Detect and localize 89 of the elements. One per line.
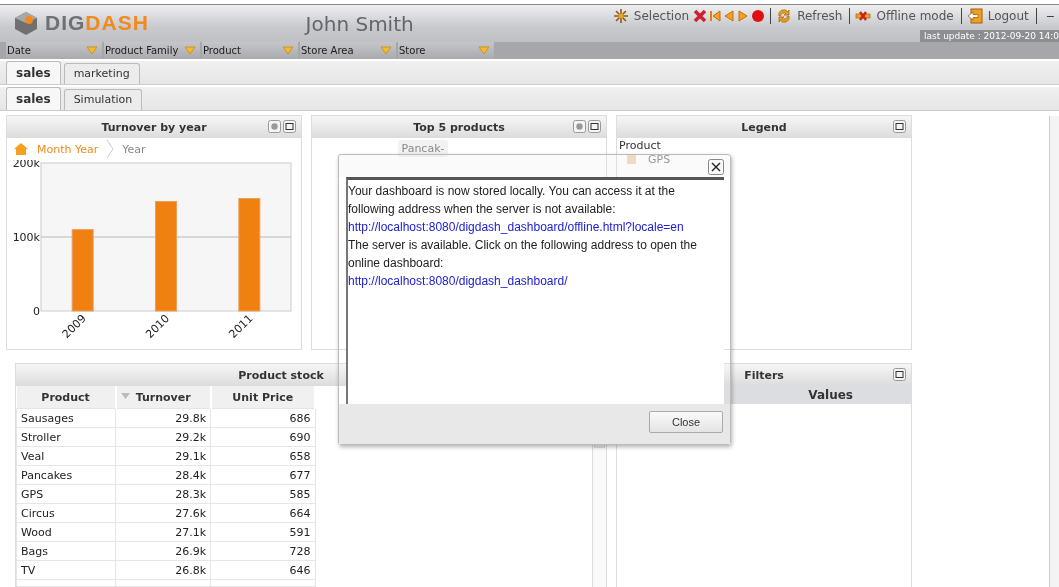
table-cell: 26.9k	[115, 541, 211, 561]
record-icon[interactable]	[751, 9, 766, 23]
exit-arrow-icon[interactable]	[966, 8, 983, 24]
tab[interactable]: sales	[6, 61, 61, 84]
table-cell: 591	[210, 522, 315, 542]
table-cell: 728	[210, 541, 315, 561]
table-cell: 29.1k	[115, 446, 211, 466]
refresh-link[interactable]: Refresh	[797, 9, 843, 23]
axis-label: 0	[33, 305, 40, 318]
table-cell: TV	[16, 560, 116, 580]
breadcrumb-link[interactable]: Year	[122, 142, 146, 156]
legend-heading: Product	[618, 138, 662, 153]
panel-title: Top 5 products	[413, 120, 505, 134]
dropdown-arrow-icon	[478, 46, 490, 55]
table-cell: Bags	[16, 541, 116, 561]
dropdown-arrow-icon	[184, 46, 196, 55]
filter-dropdown[interactable]: Product	[202, 42, 298, 59]
tab[interactable]: Simulation	[63, 89, 143, 110]
table-cell: 686	[210, 408, 315, 428]
bar[interactable]	[71, 229, 94, 312]
dropdown-arrow-icon	[86, 46, 98, 55]
page-scrollbar[interactable]	[1049, 116, 1059, 587]
address-link[interactable]: http://localhost:8080/digdash_dashboard/offline.html?locale=en	[348, 218, 724, 236]
minimize-button[interactable]: −	[1041, 9, 1059, 23]
dropdown-arrow-icon	[380, 46, 392, 55]
column-header[interactable]: Unit Price	[210, 386, 315, 409]
axis-label: 100k	[12, 231, 40, 244]
maximize-icon[interactable]	[283, 120, 296, 133]
last-update-text: last update : 2012-09-20 14:0	[920, 30, 1059, 42]
column-header[interactable]: Product	[16, 386, 116, 409]
home-icon[interactable]	[13, 142, 29, 156]
table-cell: 646	[210, 560, 315, 580]
legend-label: GPS	[648, 153, 671, 166]
table-cell: 585	[210, 484, 315, 504]
logout-link[interactable]: Logout	[987, 9, 1029, 23]
user-name: John Smith	[305, 11, 415, 36]
table-cell: Sausages	[16, 408, 116, 428]
legend-swatch	[627, 155, 636, 164]
table-cell: Pancakes	[16, 465, 116, 485]
sparkle-icon	[612, 8, 629, 24]
cube-logo-icon	[13, 10, 39, 36]
filter-dropdown[interactable]: Store Area	[300, 42, 396, 59]
tab[interactable]: sales	[6, 87, 61, 110]
table-cell: 26.8k	[115, 560, 211, 580]
clear-icon[interactable]	[693, 9, 708, 23]
panel-title: Filters	[744, 368, 784, 382]
maximize-icon[interactable]	[893, 368, 906, 381]
table-cell: Circus	[16, 503, 116, 523]
table-cell: 27.1k	[115, 522, 211, 542]
column-header[interactable]: Values	[808, 386, 853, 404]
table-cell: 658	[210, 446, 315, 466]
maximize-icon[interactable]	[588, 120, 601, 133]
maximize-icon[interactable]	[893, 120, 906, 133]
table-cell: 29.8k	[115, 408, 211, 428]
dropdown-arrow-icon	[282, 46, 294, 55]
panel-title: Legend	[741, 120, 787, 134]
table-cell: 677	[210, 465, 315, 485]
first-icon[interactable]	[709, 9, 722, 23]
address-link[interactable]: http://localhost:8080/digdash_dashboard/	[348, 272, 724, 290]
filter-dropdown[interactable]: Store	[398, 42, 494, 59]
filter-dropdown[interactable]: Product Family	[104, 42, 200, 59]
offline-mode-link[interactable]: Offline mode	[876, 9, 954, 23]
table-cell: Veal	[16, 446, 116, 466]
close-button[interactable]: Close	[649, 411, 723, 433]
message-text: Your dashboard is now stored locally. You can access it at the following address when the server is not available:	[348, 183, 676, 218]
bar[interactable]	[238, 198, 261, 312]
message-text: The server is available. Click on the following address to open the online dashboard:	[348, 237, 698, 272]
table-cell: 28.4k	[115, 465, 211, 485]
table-cell: Wood	[16, 522, 116, 542]
table-cell: 664	[210, 503, 315, 523]
plug-x-icon[interactable]	[855, 9, 872, 23]
tab[interactable]: marketing	[63, 63, 140, 84]
table-cell: 28.3k	[115, 484, 211, 504]
selection-link[interactable]: Selection	[633, 9, 690, 23]
table-cell: 29.2k	[115, 427, 211, 447]
table-cell: GPS	[16, 484, 116, 504]
table-cell: 27.6k	[115, 503, 211, 523]
filter-dropdown[interactable]: Date	[6, 42, 102, 59]
panel-title: Turnover by year	[101, 120, 207, 134]
panel-title: Product stock	[238, 368, 324, 382]
table-cell: Stroller	[16, 427, 116, 447]
column-header[interactable]: Turnover	[115, 386, 211, 409]
close-icon[interactable]	[708, 159, 724, 175]
next-icon[interactable]	[737, 9, 750, 23]
refresh-icon[interactable]	[776, 8, 793, 24]
previous-icon[interactable]	[723, 9, 736, 23]
logo-text: DIGDASH	[45, 11, 149, 35]
chevron-icon	[106, 139, 115, 159]
table-cell: 690	[210, 427, 315, 447]
